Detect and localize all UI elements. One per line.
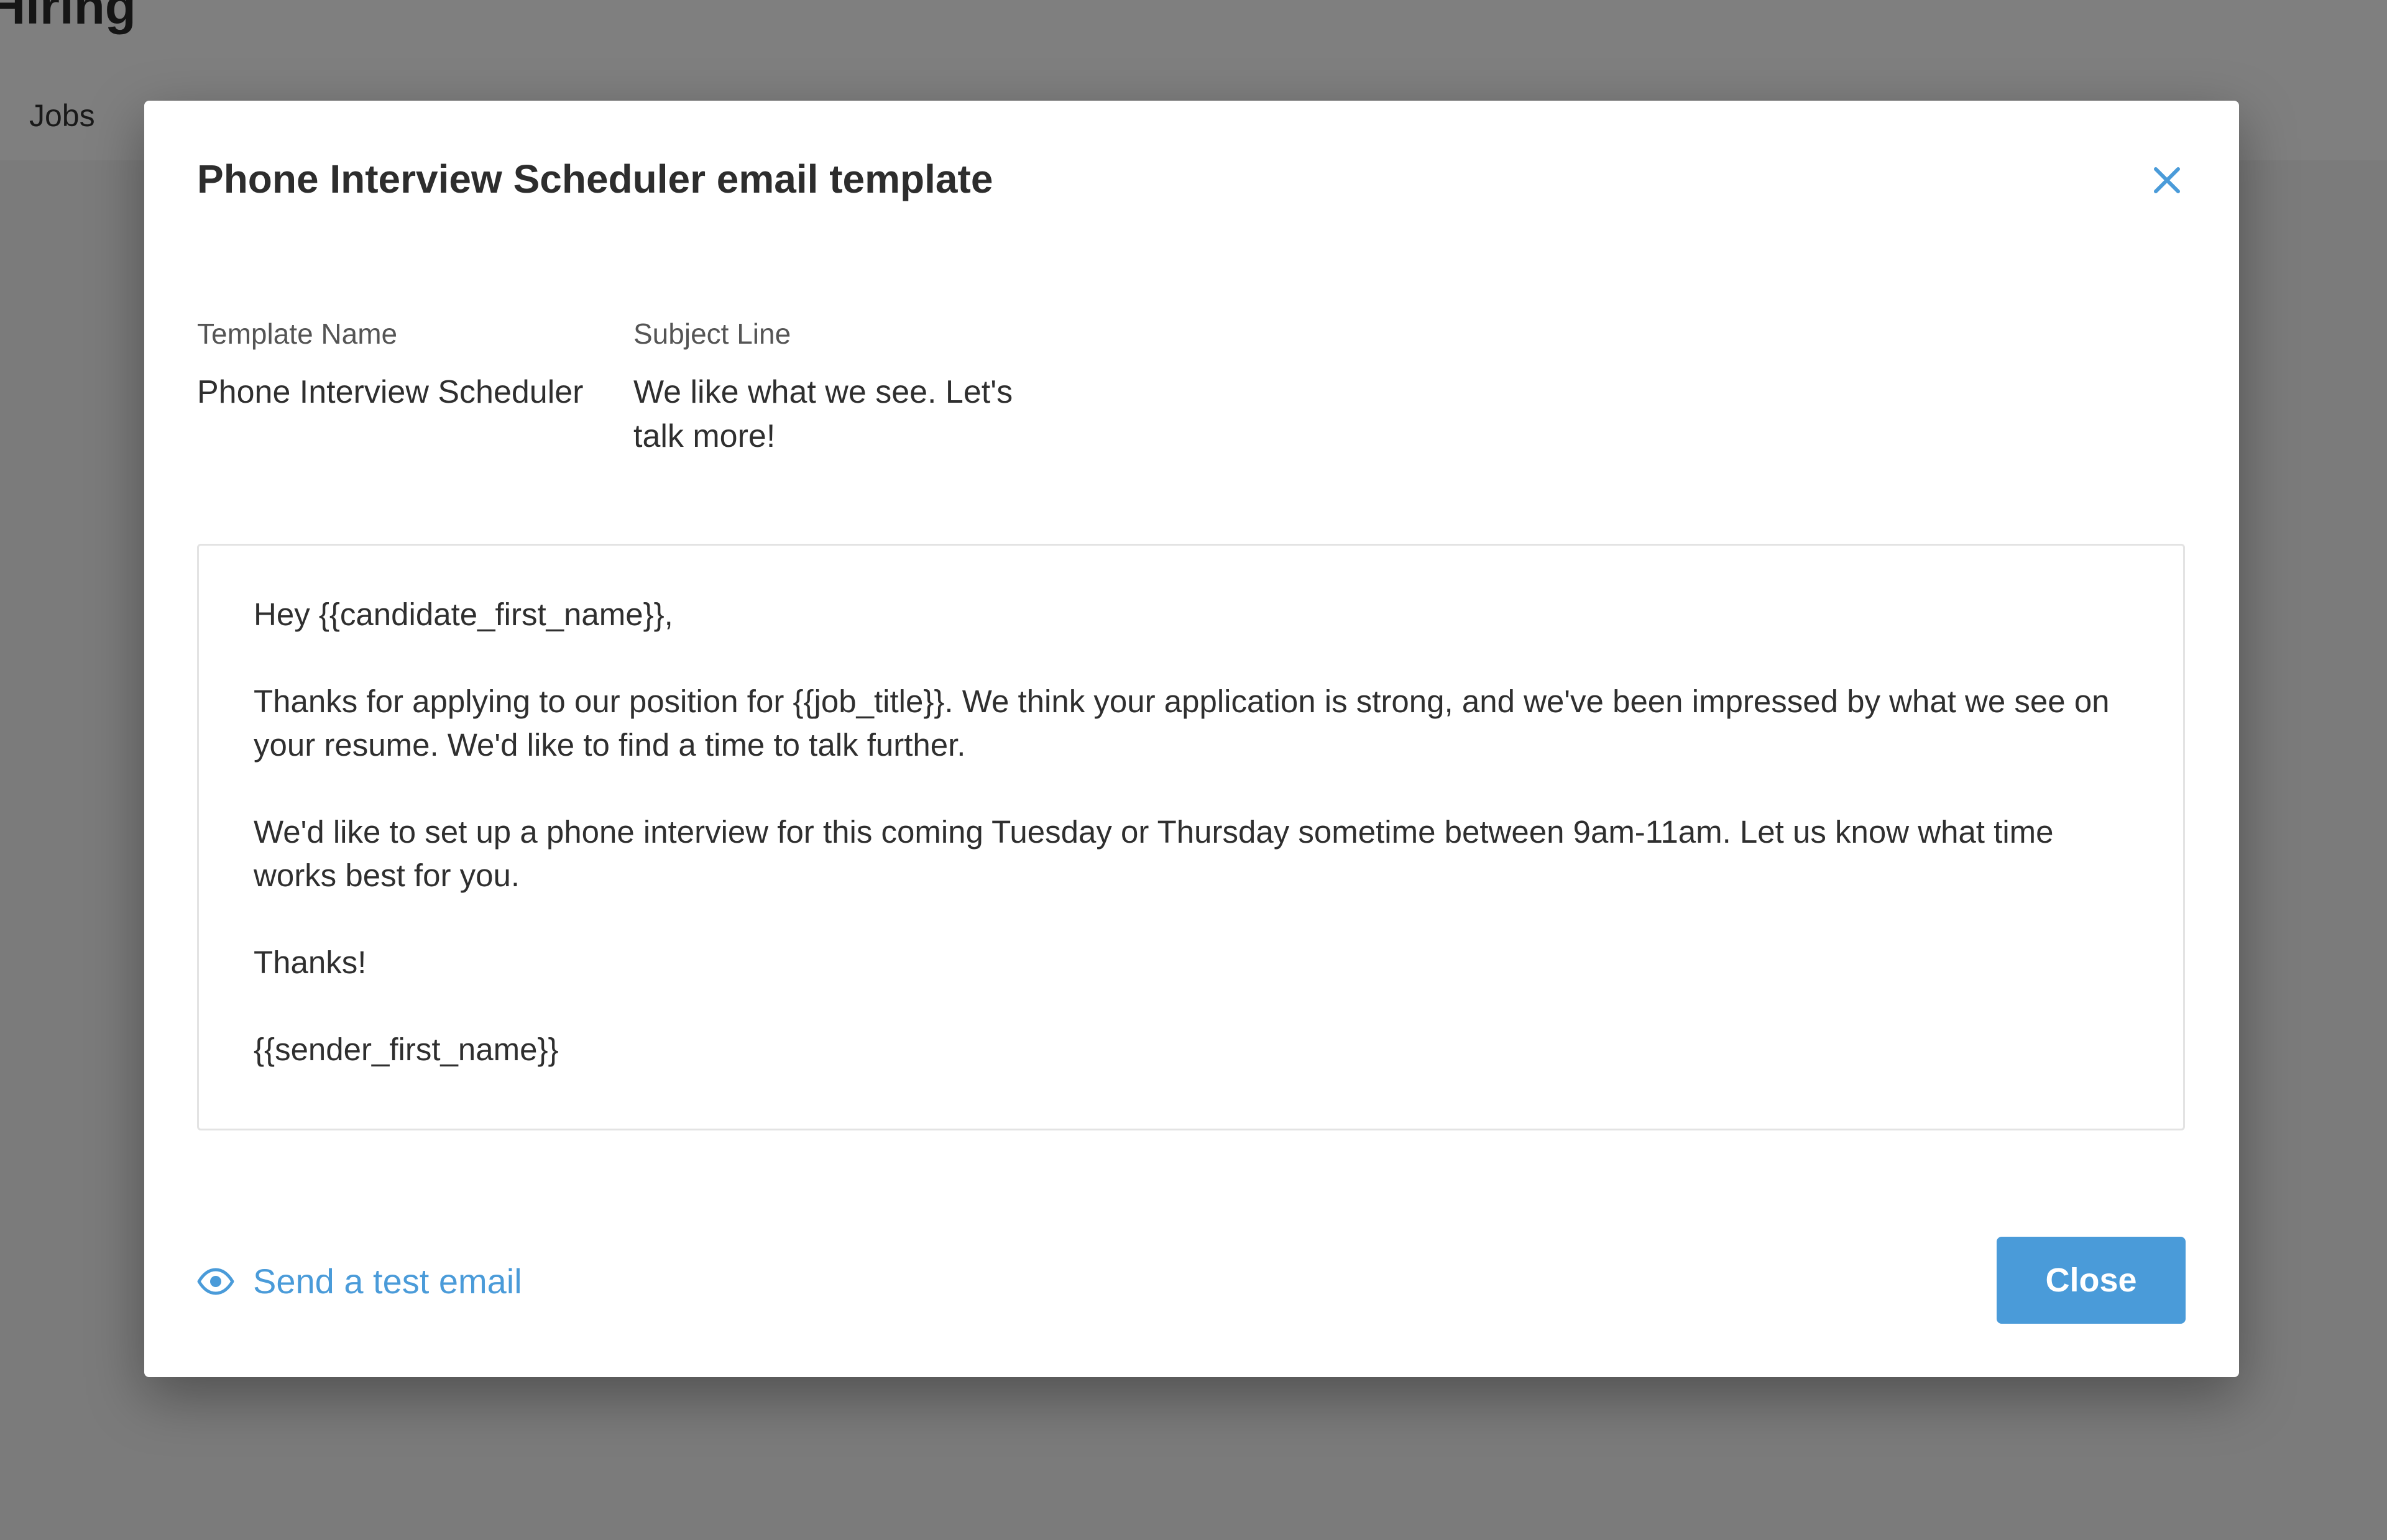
email-body-preview: Hey {{candidate_first_name}}, Thanks for… <box>197 544 2185 1130</box>
subject-line-label: Subject Line <box>633 318 791 350</box>
send-test-email-link[interactable]: Send a test email <box>197 1257 522 1306</box>
template-name-label: Template Name <box>197 318 398 350</box>
eye-icon <box>197 1268 234 1295</box>
email-signoff: Thanks! <box>254 945 367 980</box>
email-template-modal: Phone Interview Scheduler email template… <box>144 101 2239 1377</box>
email-body-text: Hey {{candidate_first_name}}, Thanks for… <box>254 593 2137 1071</box>
close-icon[interactable] <box>2145 158 2189 203</box>
email-paragraph: We'd like to set up a phone interview fo… <box>254 814 2054 893</box>
modal-title: Phone Interview Scheduler email template <box>197 157 993 201</box>
email-signature: {{sender_first_name}} <box>254 1032 559 1067</box>
page: Hiring Jobs Phone Interview Scheduler em… <box>0 0 2387 1540</box>
send-test-email-label: Send a test email <box>253 1262 522 1301</box>
close-button[interactable]: Close <box>1997 1237 2186 1324</box>
email-paragraph: Thanks for applying to our position for … <box>254 684 2110 763</box>
email-greeting: Hey {{candidate_first_name}}, <box>254 597 673 632</box>
template-name-value: Phone Interview Scheduler <box>197 374 584 410</box>
close-x-icon <box>2154 167 2180 193</box>
subject-line-value: We like what we see. Let's talk more! <box>633 374 1013 454</box>
